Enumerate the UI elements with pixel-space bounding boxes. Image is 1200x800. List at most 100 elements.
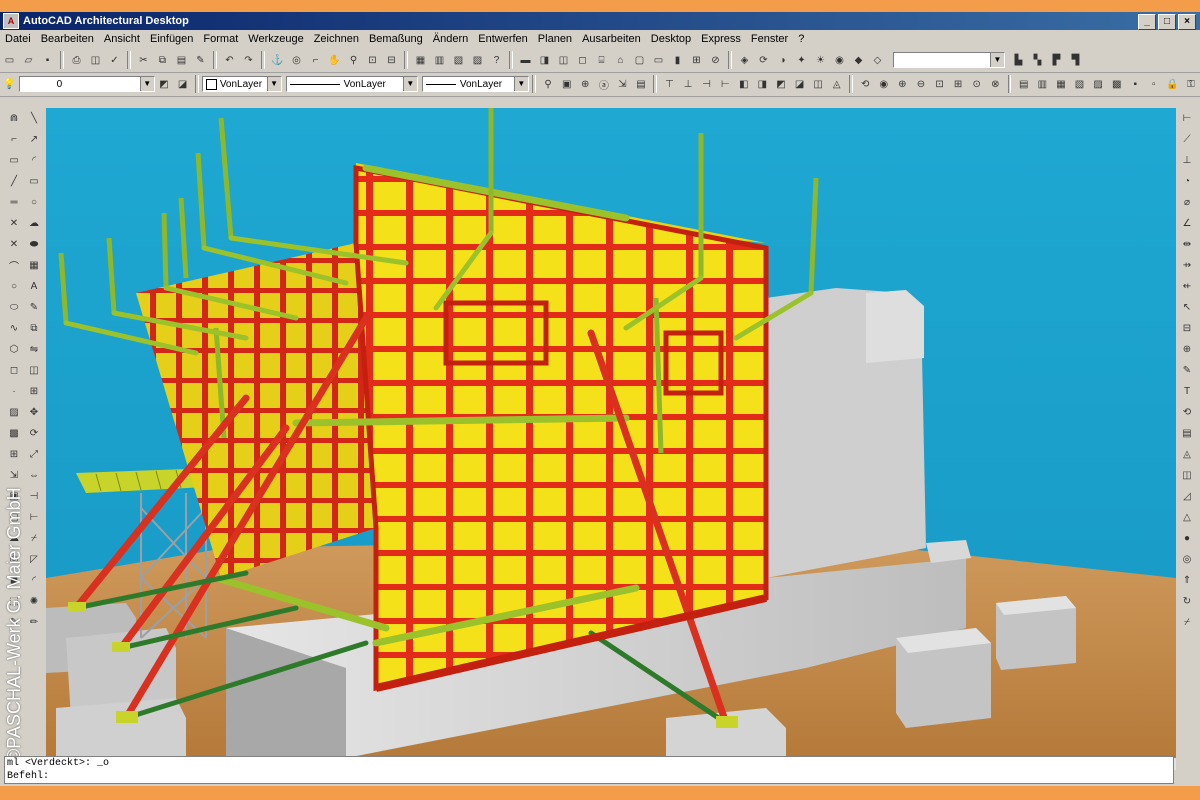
hyperlink-icon[interactable]: ⚓: [270, 53, 285, 68]
view-ne-iso-icon[interactable]: ◫: [811, 77, 826, 92]
osnap-icon[interactable]: ◎: [289, 53, 304, 68]
dim-edit-icon[interactable]: ✎: [1180, 363, 1195, 378]
door-icon[interactable]: ◨: [537, 53, 552, 68]
window-tool-icon[interactable]: ◫: [556, 53, 571, 68]
layer-filter-icon[interactable]: ▚: [1030, 53, 1045, 68]
design-center-icon[interactable]: ▥: [432, 53, 447, 68]
space-icon[interactable]: ▢: [632, 53, 647, 68]
zoom-icon[interactable]: ⚲: [346, 53, 361, 68]
layer-combo[interactable]: 0 ▼: [18, 76, 155, 92]
material-icon[interactable]: ◇: [870, 53, 885, 68]
calculator-icon[interactable]: ▨: [470, 53, 485, 68]
dim-style-icon[interactable]: ▤: [1180, 426, 1195, 441]
image-icon[interactable]: ▤: [634, 77, 649, 92]
xref-icon[interactable]: ⇲: [615, 77, 630, 92]
maximize-button[interactable]: □: [1158, 14, 1176, 30]
dim-angular-icon[interactable]: ∠: [1180, 216, 1195, 231]
menu-help[interactable]: ?: [793, 33, 809, 45]
sphere-icon[interactable]: ●: [1180, 531, 1195, 546]
layout-2-icon[interactable]: ▥: [1035, 77, 1050, 92]
center-mark-icon[interactable]: ⊕: [1180, 342, 1195, 357]
xline-icon[interactable]: ✕: [7, 216, 22, 231]
surface-icon[interactable]: ◬: [1180, 447, 1195, 462]
rectangle-icon[interactable]: ▭: [7, 153, 22, 168]
linetype-combo[interactable]: VonLayer ▼: [285, 76, 418, 92]
text-icon[interactable]: A: [27, 279, 42, 294]
view-front-icon[interactable]: ◧: [737, 77, 752, 92]
extend-icon[interactable]: ⊢: [27, 510, 42, 525]
zoom-realtime-icon[interactable]: ⚲: [541, 77, 556, 92]
move-icon[interactable]: ✥: [27, 405, 42, 420]
circle-icon[interactable]: ○: [7, 279, 22, 294]
fillet-icon[interactable]: ◜: [27, 573, 42, 588]
column-icon[interactable]: ▮: [670, 53, 685, 68]
layout-8-icon[interactable]: ▫: [1147, 77, 1162, 92]
zoom-previous-icon[interactable]: ⊟: [384, 53, 399, 68]
view-left-icon[interactable]: ⊣: [699, 77, 714, 92]
dim-radius-icon[interactable]: ◔: [1180, 174, 1195, 189]
tool-palette-icon[interactable]: ▧: [451, 53, 466, 68]
menu-express[interactable]: Express: [696, 33, 746, 45]
layer-on-icon[interactable]: 💡: [2, 77, 17, 92]
view-bottom-icon[interactable]: ⊥: [681, 77, 696, 92]
menu-entwerfen[interactable]: Entwerfen: [473, 33, 533, 45]
new-file-icon[interactable]: ▭: [2, 53, 17, 68]
light-icon[interactable]: ☀: [813, 53, 828, 68]
dim-text-edit-icon[interactable]: T: [1180, 384, 1195, 399]
dim-baseline-icon[interactable]: ⇸: [1180, 258, 1195, 273]
layout-3-icon[interactable]: ▦: [1054, 77, 1069, 92]
construction-line-2-icon[interactable]: ↗: [27, 132, 42, 147]
erase-icon[interactable]: ✎: [27, 300, 42, 315]
layout-1-icon[interactable]: ▤: [1016, 77, 1031, 92]
pan-icon[interactable]: ✋: [327, 53, 342, 68]
arc-2-icon[interactable]: ◜: [27, 153, 42, 168]
roof-icon[interactable]: ⌂: [613, 53, 628, 68]
opening-icon[interactable]: ◻: [575, 53, 590, 68]
print-preview-icon[interactable]: ◫: [88, 53, 103, 68]
menu-datei[interactable]: Datei: [0, 33, 36, 45]
break-icon[interactable]: ⌿: [27, 531, 42, 546]
chamfer-icon[interactable]: ◸: [27, 552, 42, 567]
orbit-icon[interactable]: ⟳: [756, 53, 771, 68]
ucs-icon[interactable]: ⌐: [308, 53, 323, 68]
cut-icon[interactable]: ✂: [136, 53, 151, 68]
menu-werkzeuge[interactable]: Werkzeuge: [243, 33, 308, 45]
block-icon[interactable]: ▣: [559, 77, 574, 92]
eye-icon[interactable]: ◉: [877, 77, 892, 92]
arc-icon[interactable]: ⌒: [7, 258, 22, 273]
explode-icon[interactable]: ✺: [27, 594, 42, 609]
redo-icon[interactable]: ↷: [241, 53, 256, 68]
spline-icon[interactable]: ∿: [7, 321, 22, 336]
menu-desktop[interactable]: Desktop: [646, 33, 696, 45]
view-back-icon[interactable]: ◨: [755, 77, 770, 92]
polyline-icon[interactable]: ⌐: [7, 132, 22, 147]
orbit-3d-icon[interactable]: ⟲: [858, 77, 873, 92]
box-icon[interactable]: ◫: [1180, 468, 1195, 483]
make-object-layer-current-icon[interactable]: ◩: [157, 77, 172, 92]
edit-icon[interactable]: ✏: [27, 615, 42, 630]
slice-icon[interactable]: ⌿: [1180, 615, 1195, 630]
drawing-viewport[interactable]: [46, 108, 1176, 758]
offset-icon[interactable]: ◫: [27, 363, 42, 378]
extrude-icon[interactable]: ⇑: [1180, 573, 1195, 588]
menu-bearbeiten[interactable]: Bearbeiten: [36, 33, 99, 45]
command-line-window[interactable]: ml <Verdeckt>: _o Befehl:: [4, 756, 1174, 784]
dim-diameter-icon[interactable]: ⌀: [1180, 195, 1195, 210]
grid-icon[interactable]: ⊞: [689, 53, 704, 68]
dim-linear-icon[interactable]: ⊢: [1180, 111, 1195, 126]
stretch-icon[interactable]: ⇔: [27, 468, 42, 483]
open-file-icon[interactable]: ▱: [21, 53, 36, 68]
slab-icon[interactable]: ▭: [651, 53, 666, 68]
scene-icon[interactable]: ◆: [851, 53, 866, 68]
undo-icon[interactable]: ↶: [222, 53, 237, 68]
wall-icon[interactable]: ▬: [518, 53, 533, 68]
revolve-icon[interactable]: ↻: [1180, 594, 1195, 609]
leader-icon[interactable]: ↖: [1180, 300, 1195, 315]
save-icon[interactable]: ▪: [40, 53, 55, 68]
dim-aligned-icon[interactable]: ⟋: [1180, 132, 1195, 147]
command-prompt-line[interactable]: Befehl:: [7, 770, 1173, 783]
spell-check-icon[interactable]: ✓: [107, 53, 122, 68]
block-2-icon[interactable]: ▦: [27, 258, 42, 273]
view-selector-combo[interactable]: ▼: [893, 52, 1005, 68]
help-icon[interactable]: ?: [489, 53, 504, 68]
